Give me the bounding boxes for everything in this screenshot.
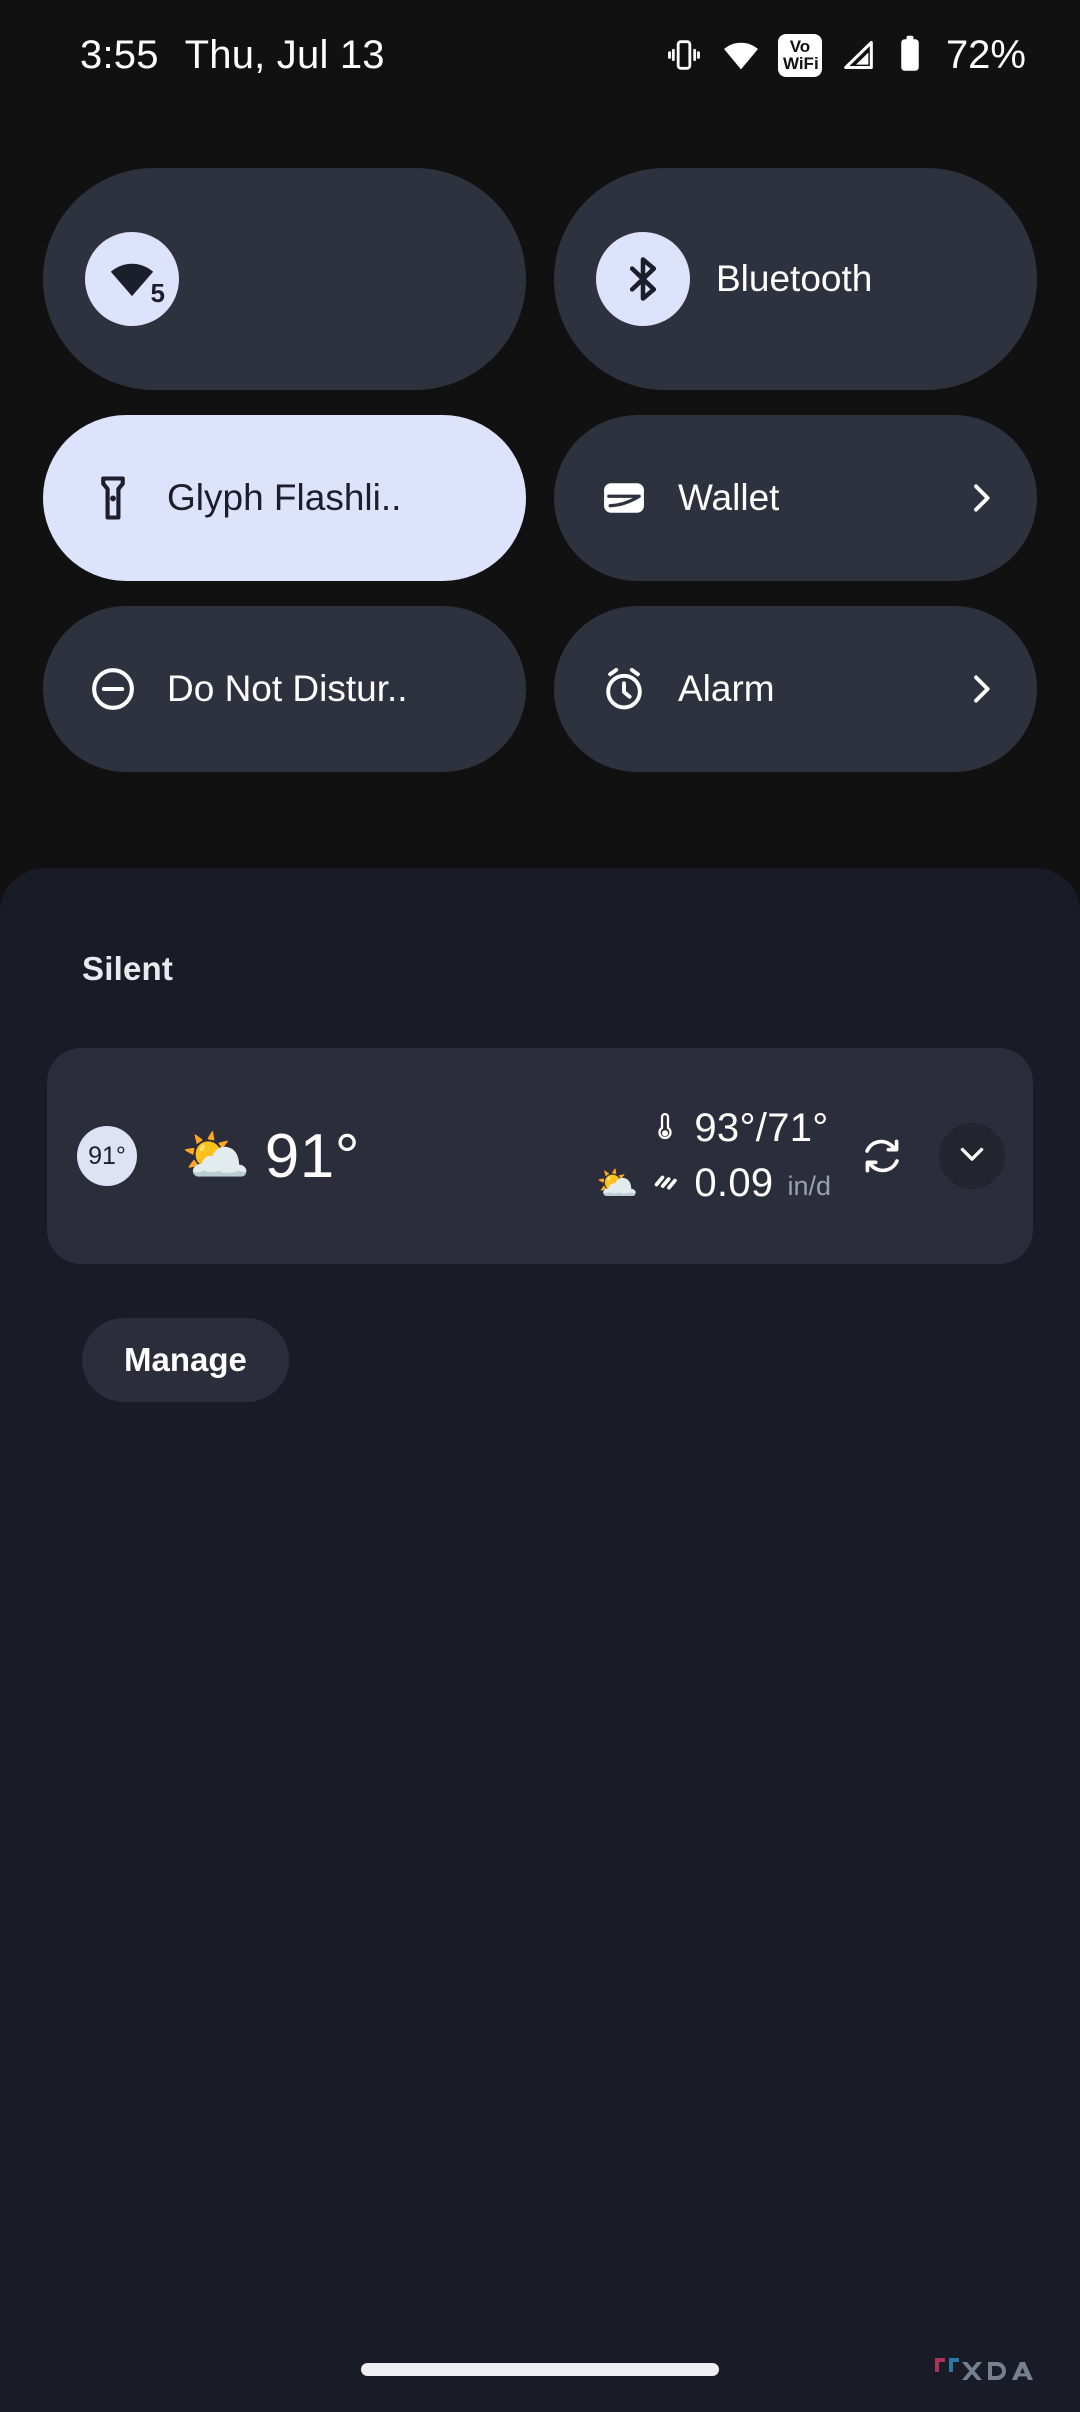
manage-notifications-button[interactable]: Manage [82, 1318, 289, 1402]
alarm-clock-icon [596, 661, 652, 717]
qs-tile-glyph-flashlight[interactable]: Glyph Flashli.. [43, 415, 526, 581]
status-bar-left: 3:55 Thu, Jul 13 [80, 33, 385, 78]
cell-signal-icon [838, 35, 878, 75]
refresh-icon[interactable] [859, 1133, 905, 1179]
qs-tile-label-do-not-disturb: Do Not Distur.. [167, 668, 408, 709]
expand-notification-button[interactable] [939, 1123, 1005, 1189]
qs-tile-wifi[interactable]: 5 [43, 168, 526, 390]
notification-section-header-silent: Silent [82, 950, 174, 987]
chevron-right-icon[interactable] [961, 478, 1001, 518]
wallet-icon [596, 470, 652, 526]
status-bar: 3:55 Thu, Jul 13 Vo WiFi 72% [0, 0, 1080, 110]
status-clock: 3:55 [80, 32, 159, 77]
weather-precipitation: 0.09 [694, 1161, 774, 1205]
notification-weather[interactable]: 91° ⛅ 91° 93°/71° ⛅ 0.09 in/d [47, 1048, 1033, 1264]
vibrate-icon [664, 35, 704, 75]
battery-icon [894, 34, 926, 76]
qs-tile-wallet[interactable]: Wallet [554, 415, 1037, 581]
weather-precipitation-unit: in/d [787, 1171, 831, 1201]
rain-icon [648, 1164, 682, 1203]
qs-tile-label-alarm: Alarm [678, 668, 775, 709]
thermometer-icon [648, 1109, 682, 1148]
notification-shade: Silent 91° ⛅ 91° 93°/71° ⛅ 0.09 in/d Man… [0, 868, 1080, 2412]
manage-button-label: Manage [124, 1341, 247, 1378]
weather-current: ⛅ 91° [181, 1121, 360, 1192]
partly-cloudy-icon: ⛅ [181, 1124, 251, 1187]
wifi-standard-badge: 5 [150, 278, 165, 308]
partly-cloudy-small-icon: ⛅ [596, 1164, 639, 1203]
chevron-down-icon [954, 1136, 990, 1177]
vowifi-line-2: WiFi [782, 53, 819, 73]
weather-app-badge: 91° [77, 1126, 137, 1186]
vowifi-badge-icon: Vo WiFi [777, 33, 822, 77]
status-bar-right: Vo WiFi 72% [664, 33, 1026, 78]
qs-tile-bluetooth[interactable]: Bluetooth [554, 168, 1037, 390]
weather-current-temp: 91° [264, 1121, 360, 1191]
wifi-icon: 5 [85, 232, 179, 326]
wifi-icon [720, 34, 762, 76]
qs-tile-label-glyph-flashlight: Glyph Flashli.. [167, 477, 402, 518]
xda-watermark [932, 2350, 1052, 2384]
chevron-right-icon[interactable] [961, 669, 1001, 709]
bluetooth-icon [596, 232, 690, 326]
qs-tile-alarm[interactable]: Alarm [554, 606, 1037, 772]
flashlight-icon [85, 470, 141, 526]
qs-tile-label-wallet: Wallet [678, 477, 780, 518]
qs-tile-do-not-disturb[interactable]: Do Not Distur.. [43, 606, 526, 772]
vowifi-line-1: Vo [789, 36, 811, 56]
status-date: Thu, Jul 13 [184, 32, 385, 77]
qs-tile-label-bluetooth: Bluetooth [716, 258, 873, 299]
weather-high-low-row: 93°/71° [596, 1106, 831, 1151]
weather-precipitation-row: ⛅ 0.09 in/d [596, 1161, 831, 1206]
home-gesture-pill[interactable] [361, 2363, 719, 2376]
phone-screen: 3:55 Thu, Jul 13 Vo WiFi 72% 5 Bluetooth… [0, 0, 1080, 2412]
battery-percent-label: 72% [945, 32, 1026, 77]
weather-high-low: 93°/71° [694, 1106, 829, 1150]
weather-details: 93°/71° ⛅ 0.09 in/d [596, 1106, 831, 1206]
do-not-disturb-icon [85, 661, 141, 717]
quick-settings-grid: 5 Bluetooth Glyph Flashli.. Wallet Do No… [43, 168, 1037, 772]
